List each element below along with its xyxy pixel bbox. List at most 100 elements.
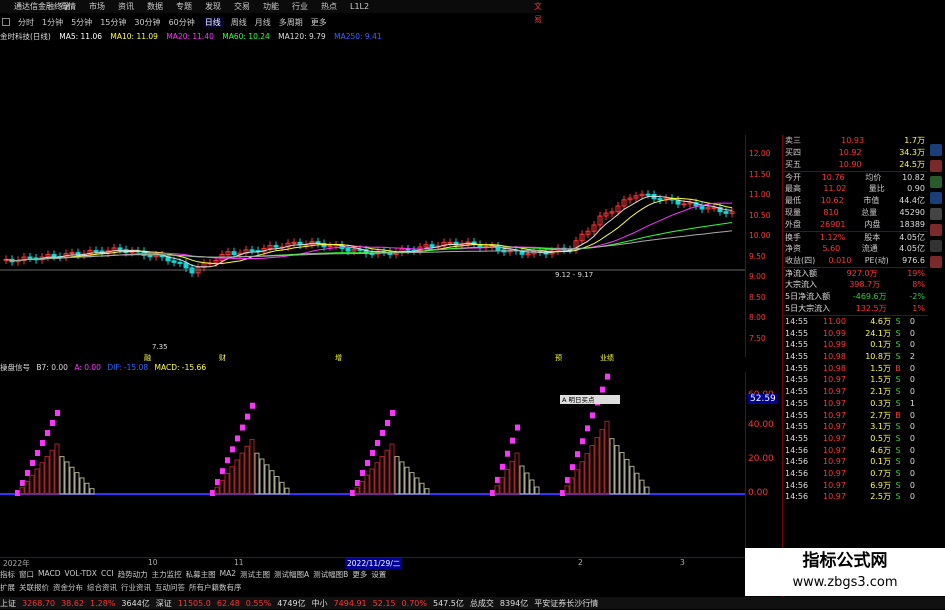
indicator-bar bbox=[249, 438, 255, 495]
grid-icon[interactable] bbox=[930, 144, 942, 156]
indicator-tab[interactable]: MACD bbox=[38, 569, 60, 580]
indicator-bar bbox=[74, 472, 80, 495]
quote-label: 卖三 bbox=[785, 136, 801, 145]
tick-count: 2 bbox=[909, 352, 915, 362]
indicator-bar bbox=[599, 428, 605, 495]
period-tab[interactable]: 周线 bbox=[231, 17, 247, 28]
indicator-tab[interactable]: 窗口 bbox=[19, 569, 34, 580]
period-tab[interactable]: 月线 bbox=[255, 17, 271, 28]
indicator-tab[interactable]: 趋势动力 bbox=[118, 569, 148, 580]
tick-row: 14:56 10.97 0.1万 S 0 bbox=[783, 456, 927, 468]
tick-row: 14:55 10.97 2.1万 S 0 bbox=[783, 386, 927, 398]
indicator-tab[interactable]: VOL-TDX bbox=[64, 569, 96, 580]
quote-label2: 量比 bbox=[868, 184, 885, 193]
price-tick: 10.50 bbox=[749, 210, 771, 220]
tick-row: 14:55 10.98 10.8万 S 2 bbox=[783, 351, 927, 363]
total-label: 总成交 bbox=[469, 598, 494, 608]
toolbar-icon[interactable] bbox=[2, 18, 10, 26]
indicator-tab[interactable]: 私募主图 bbox=[186, 569, 216, 580]
candlestick-chart[interactable]: 7.35 9.12 - 9.17 bbox=[0, 135, 745, 357]
extension-tab[interactable]: 互动问答 bbox=[155, 582, 185, 593]
up-icon[interactable] bbox=[930, 256, 942, 268]
tick-time: 14:55 bbox=[785, 340, 809, 350]
period-tab[interactable]: 15分钟 bbox=[100, 17, 126, 28]
indicator-tab[interactable]: 测试主图 bbox=[240, 569, 270, 580]
tick-count: 0 bbox=[909, 375, 915, 385]
indicator-name[interactable]: 操盘信号 bbox=[0, 363, 30, 372]
arrow-icon[interactable] bbox=[930, 240, 942, 252]
broker-label[interactable]: 平安证券长沙行情 bbox=[534, 598, 598, 609]
menu-item[interactable]: L1L2 bbox=[350, 0, 369, 13]
extension-tab[interactable]: 行业资讯 bbox=[121, 582, 151, 593]
period-tab[interactable]: 1分钟 bbox=[42, 17, 63, 28]
menu-item[interactable]: 专题 bbox=[176, 0, 192, 13]
window-tab-label[interactable]: 文易 bbox=[534, 0, 547, 24]
menu-item[interactable]: 热点 bbox=[321, 0, 337, 13]
tick-row: 14:55 10.97 0.3万 S 1 bbox=[783, 398, 927, 410]
tick-row: 14:56 10.97 0.7万 S 0 bbox=[783, 468, 927, 480]
period-tab[interactable]: 5分钟 bbox=[71, 17, 92, 28]
menu-item[interactable]: 行业 bbox=[292, 0, 308, 13]
period-tab-active[interactable]: 日线 bbox=[202, 16, 223, 28]
menu-item[interactable]: 行情 bbox=[60, 0, 76, 13]
tick-time: 14:56 bbox=[785, 445, 809, 455]
indicator-tab[interactable]: 主力监控 bbox=[152, 569, 182, 580]
chart-icon[interactable] bbox=[930, 160, 942, 172]
indicator-bar bbox=[264, 464, 270, 495]
period-tab[interactable]: 多周期 bbox=[279, 17, 303, 28]
tick-side: S bbox=[895, 352, 901, 362]
tick-volume: 0.5万 bbox=[870, 433, 891, 443]
rsi-icon[interactable] bbox=[930, 208, 942, 220]
menu-item[interactable]: 市场 bbox=[89, 0, 105, 13]
indicator-tab[interactable]: 指标 bbox=[0, 569, 15, 580]
period-tab[interactable]: 60分钟 bbox=[169, 17, 195, 28]
indicator-tab[interactable]: 测试幅图B bbox=[313, 569, 348, 580]
indicator-tab[interactable]: CCI bbox=[101, 569, 114, 580]
index-name[interactable]: 中小 bbox=[312, 598, 328, 609]
tick-price: 11.00 bbox=[823, 317, 846, 326]
extension-tab[interactable]: 所有户籍数有序 bbox=[189, 582, 242, 593]
tick-row: 14:55 11.00 4.6万 S 0 bbox=[783, 316, 927, 328]
indicator-tab[interactable]: 设置 bbox=[371, 569, 386, 580]
signal-block bbox=[515, 424, 520, 431]
period-tab[interactable]: 分时 bbox=[18, 17, 34, 28]
extension-tab[interactable]: 资金分布 bbox=[53, 582, 83, 593]
flow-label: 大宗流入 bbox=[785, 280, 817, 289]
indicator-bar bbox=[584, 453, 590, 495]
indicator-chart[interactable]: A 明日买点 bbox=[0, 372, 745, 552]
index-name[interactable]: 上证 bbox=[0, 598, 16, 609]
tick-price: 10.97 bbox=[823, 457, 846, 467]
extension-tab[interactable]: 综合资讯 bbox=[87, 582, 117, 593]
tick-time: 14:55 bbox=[785, 410, 809, 420]
menu-item[interactable]: 交易 bbox=[234, 0, 250, 13]
tick-volume: 1.5万 bbox=[870, 363, 891, 373]
signal-block bbox=[50, 420, 55, 426]
menu-item[interactable]: 功能 bbox=[263, 0, 279, 13]
index-name[interactable]: 深证 bbox=[156, 598, 172, 609]
tick-side: S bbox=[895, 492, 901, 502]
period-tab[interactable]: 更多 bbox=[311, 17, 327, 28]
indicator-tab[interactable]: 更多 bbox=[352, 569, 367, 580]
indicator-tab[interactable]: 测试幅图A bbox=[274, 569, 309, 580]
period-tab[interactable]: 30分钟 bbox=[134, 17, 160, 28]
extension-tab[interactable]: 扩展 bbox=[0, 582, 15, 593]
extension-tab[interactable]: 关联报价 bbox=[19, 582, 49, 593]
candle bbox=[117, 247, 123, 251]
candle bbox=[183, 262, 189, 269]
menu-item[interactable]: 发现 bbox=[205, 0, 221, 13]
indicator-bar bbox=[214, 486, 220, 495]
event-label[interactable]: 业绩 bbox=[600, 353, 614, 363]
indicator-tab[interactable]: MA2 bbox=[220, 569, 236, 580]
tick-price: 10.97 bbox=[823, 445, 846, 455]
list-icon[interactable] bbox=[930, 176, 942, 188]
settings-icon[interactable] bbox=[930, 224, 942, 236]
signal-block bbox=[605, 373, 610, 380]
index-value: 11505.0 bbox=[177, 598, 211, 608]
indicator-bar bbox=[609, 438, 615, 495]
menu-item[interactable]: 资讯 bbox=[118, 0, 134, 13]
signal-block bbox=[600, 386, 605, 393]
event-label[interactable]: 预 bbox=[555, 353, 562, 363]
menu-item[interactable]: 数据 bbox=[147, 0, 163, 13]
tick-time: 14:55 bbox=[785, 363, 809, 373]
news-icon[interactable] bbox=[930, 192, 942, 204]
